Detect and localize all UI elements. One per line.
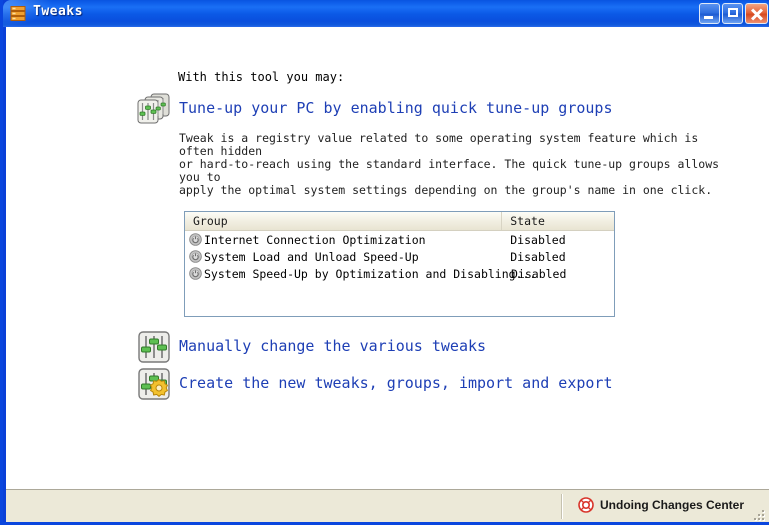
- column-header-state[interactable]: State: [502, 212, 614, 230]
- equalizer-gear-icon: [138, 368, 170, 400]
- client-area: With this tool you may: Tune-up your PC …: [6, 27, 769, 489]
- window-controls: [699, 3, 768, 24]
- lifebuoy-icon: [578, 497, 594, 513]
- row-group-label: System Load and Unload Speed-Up: [204, 249, 419, 264]
- table-row[interactable]: System Load and Unload Speed-Up Disabled: [185, 248, 614, 265]
- link-manually-change-tweaks[interactable]: Manually change the various tweaks: [179, 337, 486, 355]
- maximize-button[interactable]: [722, 3, 743, 24]
- description-text: Tweak is a registry value related to som…: [179, 131, 720, 197]
- stacked-bars-icon: [10, 6, 26, 21]
- row-state-cell: Disabled: [510, 249, 566, 264]
- status-item-label: Undoing Changes Center: [600, 498, 745, 512]
- minimize-icon: [704, 16, 713, 19]
- power-circle-icon: [189, 233, 202, 246]
- row-group-cell: System Load and Unload Speed-Up: [185, 250, 502, 264]
- row-state-cell: Disabled: [510, 232, 566, 247]
- maximize-icon: [728, 8, 738, 17]
- column-header-group[interactable]: Group: [185, 212, 503, 230]
- table-row[interactable]: Internet Connection Optimization Disable…: [185, 231, 614, 248]
- minimize-button[interactable]: [699, 3, 720, 24]
- row-group-label: Internet Connection Optimization: [204, 232, 426, 247]
- intro-label: With this tool you may:: [178, 70, 345, 84]
- resize-grip-icon[interactable]: [753, 507, 767, 521]
- tune-up-groups-listview[interactable]: Group State Internet Connection Optimiza…: [184, 211, 615, 317]
- power-circle-icon: [189, 267, 202, 280]
- status-bar: Undoing Changes Center: [6, 489, 769, 522]
- row-state-cell: Disabled: [511, 266, 567, 281]
- stacked-equalizer-icon: [137, 93, 170, 124]
- close-button[interactable]: [745, 3, 768, 24]
- link-tune-up-groups[interactable]: Tune-up your PC by enabling quick tune-u…: [179, 99, 612, 117]
- equalizer-sliders-icon: [138, 331, 170, 363]
- window-title: Tweaks: [33, 4, 83, 19]
- row-group-label: System Speed-Up by Optimization and Disa…: [204, 266, 537, 281]
- application-window: Tweaks With this tool you may: Tune-up y…: [0, 0, 769, 525]
- title-bar[interactable]: Tweaks: [3, 0, 769, 27]
- status-bar-separator: [561, 494, 563, 519]
- listview-header: Group State: [185, 212, 614, 231]
- row-group-cell: Internet Connection Optimization: [185, 233, 502, 247]
- status-undoing-changes-center[interactable]: Undoing Changes Center: [578, 497, 744, 513]
- power-circle-icon: [189, 250, 202, 263]
- row-group-cell: System Speed-Up by Optimization and Disa…: [185, 267, 536, 281]
- link-create-new-tweaks[interactable]: Create the new tweaks, groups, import an…: [179, 374, 612, 392]
- table-row[interactable]: System Speed-Up by Optimization and Disa…: [185, 265, 614, 282]
